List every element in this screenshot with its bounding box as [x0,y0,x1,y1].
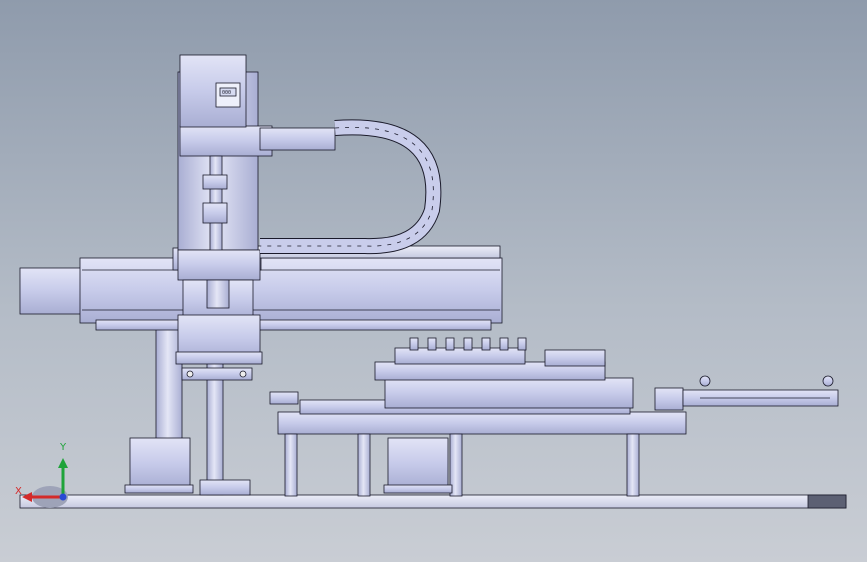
triad-x-label: X [15,486,22,497]
assembly-model[interactable]: 000 [0,0,867,562]
triad-y-label: Y [60,442,67,453]
servo-motor[interactable]: 000 [179,54,247,128]
base-plate[interactable] [19,494,847,509]
work-table[interactable] [277,411,687,497]
fixture-platen[interactable] [269,337,634,415]
svg-text:000: 000 [222,90,231,96]
linear-module[interactable] [19,245,503,331]
cable-carrier[interactable] [259,119,442,255]
side-cylinder[interactable] [654,375,839,411]
cad-viewport[interactable]: 000 X Y [0,0,867,562]
